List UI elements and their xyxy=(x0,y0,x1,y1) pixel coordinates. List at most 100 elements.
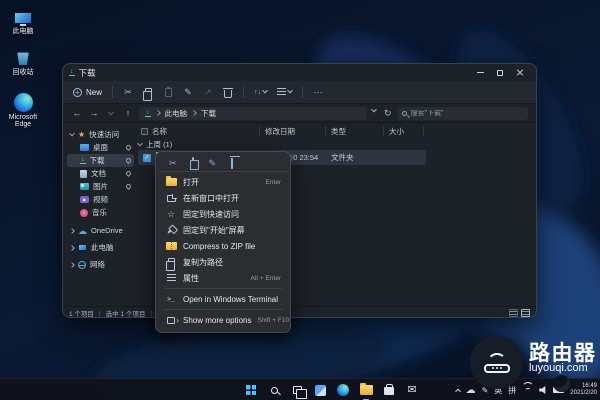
tray-overflow-button[interactable] xyxy=(456,388,460,392)
task-view-icon xyxy=(293,386,302,394)
menu-item-open-new-window[interactable]: 在新窗口中打开 xyxy=(159,190,287,206)
context-menu-quick-actions: ✂ ✎ xyxy=(159,155,287,172)
taskbar-mail-button[interactable]: ✉ xyxy=(404,382,420,398)
more-options-icon[interactable]: ··· xyxy=(313,87,323,97)
pictures-icon xyxy=(80,183,89,190)
menu-item-label: 打开 xyxy=(183,177,199,188)
menu-item-pin-quick-access[interactable]: ☆ 固定到快速访问 xyxy=(159,206,287,222)
desktop-icon-this-pc[interactable]: 此电脑 xyxy=(0,4,46,36)
address-bar: ← → ↑ ↓ 此电脑 下载 ↻ xyxy=(63,104,536,123)
task-view-button[interactable] xyxy=(289,382,305,398)
menu-item-copy-as-path[interactable]: 复制为路径 xyxy=(159,254,287,270)
column-date-modified[interactable]: 修改日期 xyxy=(260,126,326,136)
close-button[interactable] xyxy=(510,66,530,80)
list-view-toggle[interactable] xyxy=(509,309,518,317)
up-button[interactable]: ↑ xyxy=(122,108,134,118)
sidebar-item-network[interactable]: 网络 xyxy=(67,258,134,271)
sidebar-item-label: 音乐 xyxy=(92,207,107,218)
sidebar-item-music[interactable]: ♪ 音乐 xyxy=(67,206,134,219)
videos-icon: ▶ xyxy=(80,196,89,203)
sidebar-item-desktop[interactable]: 桌面 xyxy=(67,141,134,154)
menu-item-properties[interactable]: 属性 Alt + Enter xyxy=(159,270,287,286)
sidebar-quick-access[interactable]: ★ 快速访问 xyxy=(67,128,134,141)
recent-locations-button[interactable] xyxy=(105,108,117,118)
forward-button[interactable]: → xyxy=(88,108,100,118)
volume-icon[interactable] xyxy=(539,386,547,394)
cut-icon[interactable]: ✂ xyxy=(123,87,133,98)
start-button[interactable] xyxy=(243,382,259,398)
taskbar-clock[interactable]: 16:49 2021/2/20 xyxy=(570,383,597,397)
details-view-toggle[interactable] xyxy=(521,309,530,317)
desktop-icon-edge[interactable]: Microsoft Edge xyxy=(0,92,46,128)
address-dropdown-icon[interactable] xyxy=(371,106,377,112)
column-name[interactable]: 名称 xyxy=(136,126,260,136)
back-button[interactable]: ← xyxy=(71,108,83,118)
taskbar-search-button[interactable] xyxy=(266,382,282,398)
taskbar-store-button[interactable] xyxy=(381,382,397,398)
menu-item-show-more-options[interactable]: Show more options Shift + F10 xyxy=(159,312,287,328)
onedrive-tray-icon[interactable]: ☁ xyxy=(466,385,476,396)
sidebar-item-videos[interactable]: ▶ 视频 xyxy=(67,193,134,206)
pin-icon xyxy=(125,170,132,177)
copy-icon[interactable] xyxy=(143,88,153,96)
edge-icon xyxy=(337,384,349,396)
breadcrumb[interactable]: ↓ 此电脑 下载 xyxy=(139,107,367,120)
widgets-button[interactable] xyxy=(312,382,328,398)
view-button[interactable] xyxy=(277,88,292,96)
search-box[interactable] xyxy=(397,107,528,120)
column-label: 大小 xyxy=(389,126,404,137)
delete-icon[interactable] xyxy=(223,87,233,98)
select-all-checkbox[interactable] xyxy=(141,128,148,135)
maximize-button[interactable] xyxy=(490,66,510,80)
cut-icon[interactable]: ✂ xyxy=(169,158,177,169)
close-icon xyxy=(516,69,524,77)
new-button-label: New xyxy=(86,88,102,97)
menu-item-pin-to-start[interactable]: 固定到"开始"屏幕 xyxy=(159,222,287,238)
column-type[interactable]: 类型 xyxy=(326,126,384,136)
desktop-icon-label: 此电脑 xyxy=(0,26,46,36)
menu-separator xyxy=(164,288,282,289)
menu-item-open-terminal[interactable]: >_ Open in Windows Terminal xyxy=(159,291,287,307)
sort-button[interactable]: ↑↓ xyxy=(254,89,267,96)
clock-date: 2021/2/20 xyxy=(570,390,597,397)
taskbar-explorer-button[interactable] xyxy=(358,382,374,398)
new-button[interactable]: + New xyxy=(73,88,102,97)
taskbar-edge-button[interactable] xyxy=(335,382,351,398)
sidebar-item-pictures[interactable]: 图片 xyxy=(67,180,134,193)
copy-icon[interactable] xyxy=(192,158,194,168)
rename-icon[interactable]: ✎ xyxy=(183,87,193,98)
divider: | xyxy=(150,310,152,317)
column-size[interactable]: 大小 xyxy=(384,126,424,136)
share-icon[interactable]: ↗ xyxy=(203,87,213,98)
this-pc-icon xyxy=(78,244,87,251)
rename-icon[interactable]: ✎ xyxy=(209,158,217,169)
row-checkbox[interactable]: ✓ xyxy=(143,154,151,162)
wifi-icon[interactable] xyxy=(522,386,533,394)
clock-time: 16:49 xyxy=(570,383,597,390)
file-explorer-icon xyxy=(360,385,373,395)
breadcrumb-this-pc[interactable]: 此电脑 xyxy=(165,108,188,119)
sidebar-item-onedrive[interactable]: ☁ OneDrive xyxy=(67,224,134,237)
sidebar-item-this-pc[interactable]: 此电脑 xyxy=(67,241,134,254)
divider xyxy=(243,86,244,98)
search-input[interactable] xyxy=(411,110,523,117)
group-header[interactable]: 上周 (1) xyxy=(138,139,172,150)
menu-item-label: 固定到快速访问 xyxy=(183,209,239,220)
refresh-icon[interactable]: ↻ xyxy=(384,109,392,118)
chevron-down-icon xyxy=(69,130,75,136)
sidebar-item-downloads[interactable]: ↓ 下载 xyxy=(67,154,134,167)
sidebar-item-documents[interactable]: 文档 xyxy=(67,167,134,180)
ime-mode-indicator[interactable]: 拼 xyxy=(508,385,516,396)
delete-icon[interactable] xyxy=(231,158,233,168)
menu-item-open[interactable]: 打开 Enter xyxy=(159,174,287,190)
command-bar: + New ✂ ✎ ↗ ↑↓ ··· xyxy=(63,81,536,104)
breadcrumb-downloads[interactable]: 下载 xyxy=(201,108,216,119)
sidebar-item-label: OneDrive xyxy=(91,226,123,235)
desktop-icon-recycle-bin[interactable]: 回收站 xyxy=(0,45,46,77)
menu-item-compress-zip[interactable]: Compress to ZIP file xyxy=(159,238,287,254)
minimize-button[interactable] xyxy=(470,66,490,80)
mail-icon: ✉ xyxy=(407,385,416,396)
search-icon xyxy=(271,387,278,394)
paste-icon[interactable] xyxy=(163,88,173,97)
column-headers: 名称 修改日期 类型 大小 xyxy=(136,125,530,137)
